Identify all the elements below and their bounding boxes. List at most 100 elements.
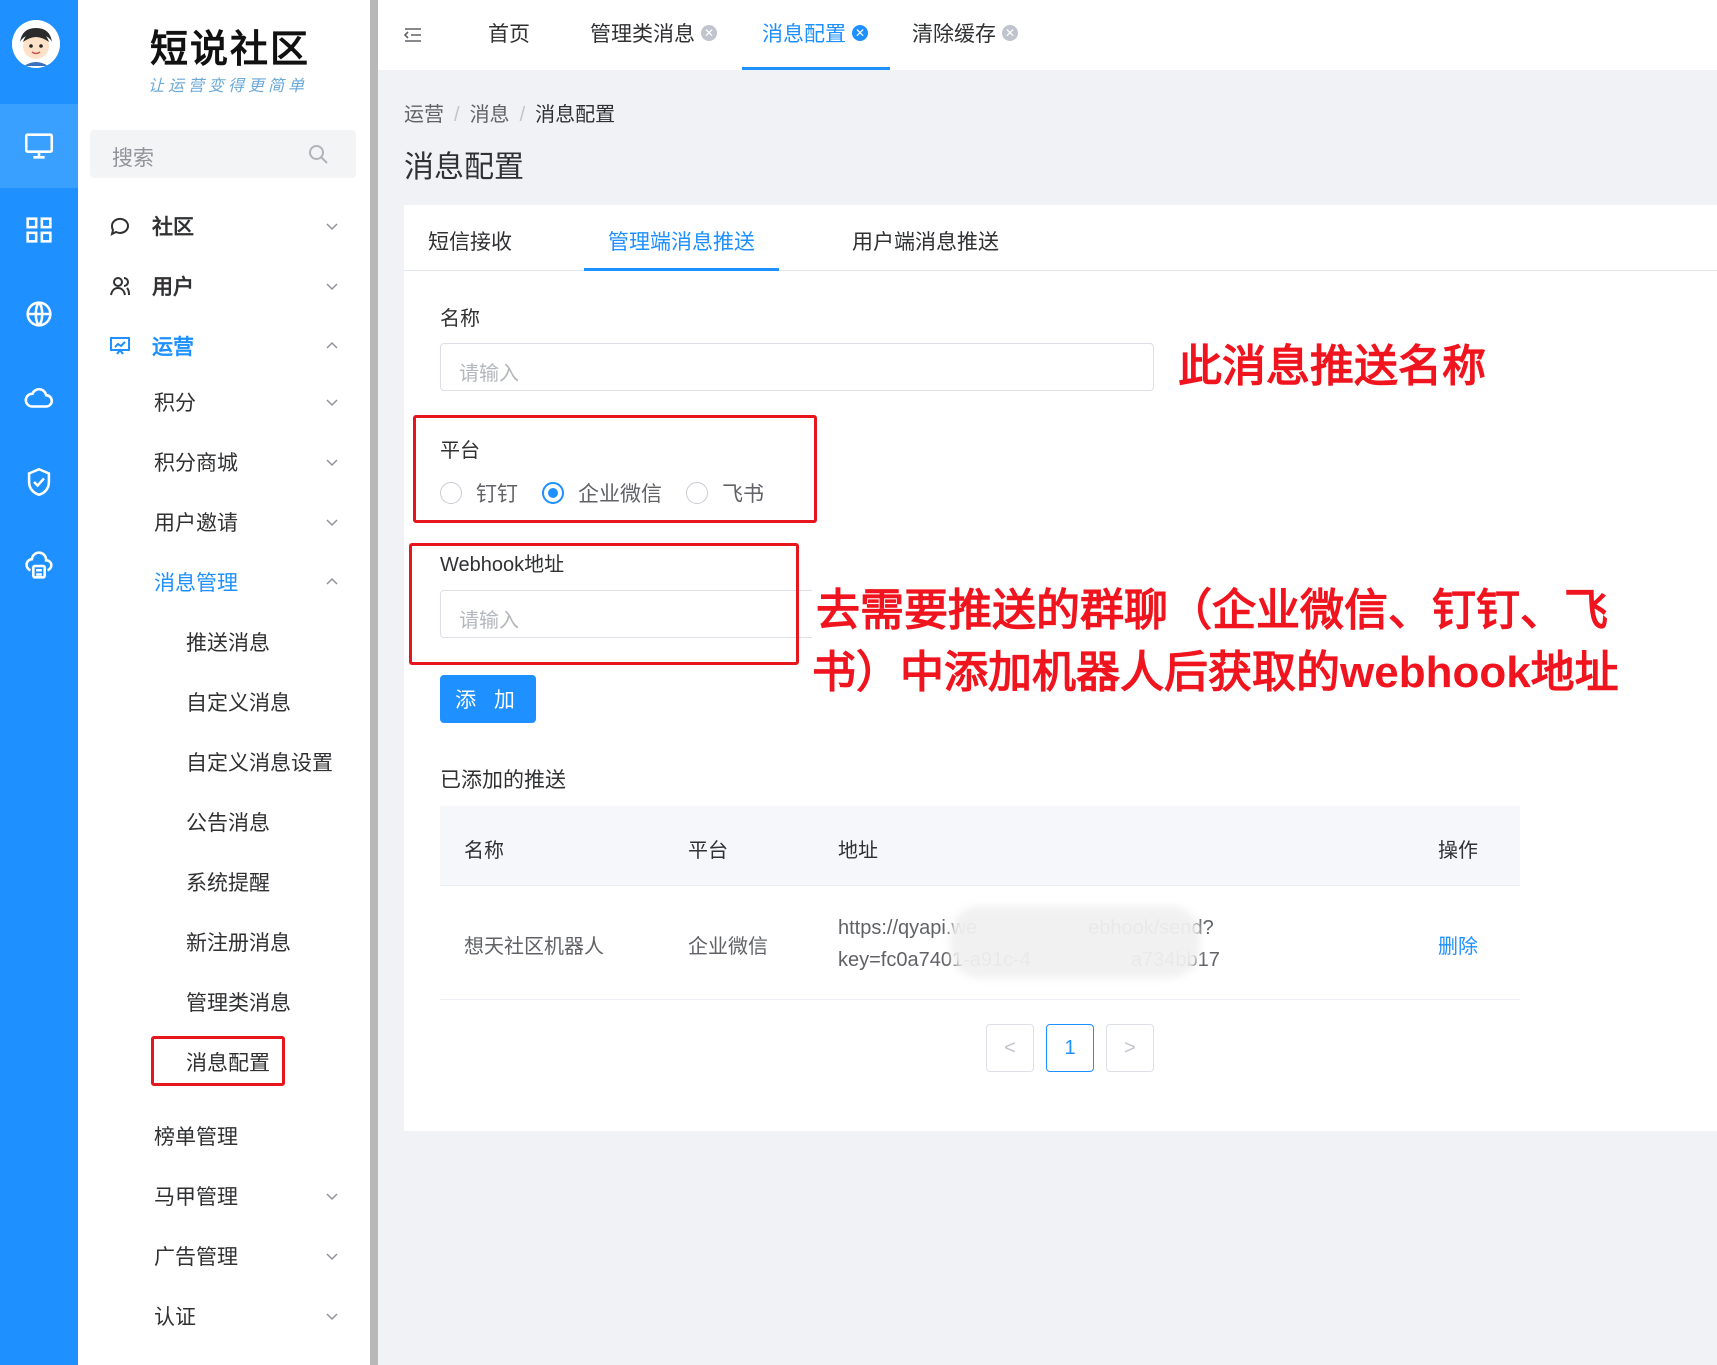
sidebar-item-label: 系统提醒	[186, 872, 270, 895]
table-header-cell: 操作	[1438, 840, 1478, 862]
sidebar-item-label: 积分商城	[154, 452, 238, 475]
tab-label: 管理类消息	[590, 23, 695, 46]
sidebar-item-custom-message-settings[interactable]: 自定义消息设置	[78, 734, 370, 790]
radio-circle	[686, 482, 708, 504]
search-input[interactable]: 搜索	[90, 130, 356, 178]
table-header-cell: 平台	[688, 840, 728, 862]
annotation-webhook-line1: 去需要推送的群聊（企业微信、钉钉、飞	[812, 580, 1608, 642]
chevron-down-icon	[326, 1253, 338, 1261]
radio-circle	[440, 482, 462, 504]
grid-icon[interactable]	[0, 188, 78, 272]
sidebar-item-ads[interactable]: 广告管理	[78, 1228, 370, 1284]
sidebar-item-label: 管理类消息	[186, 992, 291, 1015]
radio-circle	[542, 482, 564, 504]
chat-icon	[110, 217, 129, 236]
icon-rail	[0, 0, 78, 1365]
chevron-up-icon	[326, 577, 338, 585]
sidebar-item-label: 自定义消息	[186, 692, 291, 715]
highlight-box-sidebar	[151, 1036, 285, 1086]
tab-home[interactable]: 首页	[488, 18, 530, 48]
close-icon[interactable]: ✕	[701, 25, 717, 41]
sidebar-item-label: 新注册消息	[186, 932, 291, 955]
sidebar-item-new-register-message[interactable]: 新注册消息	[78, 914, 370, 970]
sidebar-item-system-reminder[interactable]: 系统提醒	[78, 854, 370, 910]
added-push-title: 已添加的推送	[440, 769, 566, 792]
tab-label: 消息配置	[762, 23, 846, 46]
chevron-down-icon	[326, 399, 338, 407]
globe-icon[interactable]	[0, 272, 78, 356]
chevron-up-icon	[326, 341, 338, 349]
tab-admin-message[interactable]: 管理类消息 ✕	[590, 18, 717, 48]
tab-user-push[interactable]: 用户端消息推送	[852, 226, 999, 256]
close-icon[interactable]: ✕	[852, 25, 868, 41]
user-icon	[110, 277, 130, 296]
row-name: 想天社区机器人	[464, 936, 604, 958]
row-platform: 企业微信	[688, 936, 768, 958]
radio-feishu[interactable]: 飞书	[686, 478, 764, 508]
radio-label: 企业微信	[578, 483, 662, 506]
avatar[interactable]	[12, 20, 60, 68]
table-row: 想天社区机器人 企业微信 https://qyapi.we ebhook/sen…	[440, 886, 1520, 1000]
radio-wecom[interactable]: 企业微信	[542, 478, 662, 508]
logo-title: 短说社区	[150, 26, 311, 71]
radio-label: 钉钉	[476, 483, 518, 506]
radio-dingtalk[interactable]: 钉钉	[440, 478, 518, 508]
sidebar-item-users[interactable]: 用户	[78, 258, 370, 314]
sidebar-item-points[interactable]: 积分	[78, 374, 370, 430]
search-icon	[309, 145, 328, 164]
chevron-down-icon	[326, 283, 338, 291]
table-header-cell: 地址	[838, 840, 878, 862]
tab-admin-push[interactable]: 管理端消息推送	[608, 226, 755, 256]
sidebar-item-sockpuppet[interactable]: 马甲管理	[78, 1168, 370, 1224]
annotation-webhook-line2: 书）中添加机器人后获取的webhook地址	[812, 648, 1619, 697]
tab-clear-cache[interactable]: 清除缓存 ✕	[912, 18, 1018, 48]
monitor-icon[interactable]	[0, 104, 78, 188]
sidebar-item-verification[interactable]: 认证	[78, 1288, 370, 1344]
cloud-server-icon[interactable]	[0, 524, 78, 608]
sidebar-item-label: 广告管理	[154, 1246, 238, 1269]
chevron-down-icon	[326, 223, 338, 231]
name-label: 名称	[440, 308, 480, 330]
sidebar-item-label: 认证	[154, 1306, 196, 1329]
chevron-down-icon	[326, 1193, 338, 1201]
annotation-name: 此消息推送名称	[1178, 342, 1486, 391]
add-button[interactable]: 添 加	[440, 675, 536, 723]
shield-check-icon[interactable]	[0, 440, 78, 524]
sidebar-item-community[interactable]: 社区	[78, 198, 370, 254]
sidebar-item-points-mall[interactable]: 积分商城	[78, 434, 370, 490]
sidebar-item-label: 榜单管理	[154, 1126, 238, 1149]
close-icon[interactable]: ✕	[1002, 25, 1018, 41]
sidebar-item-rankings[interactable]: 榜单管理	[78, 1108, 370, 1164]
sidebar-item-user-invite[interactable]: 用户邀请	[78, 494, 370, 550]
breadcrumb-item[interactable]: 运营	[404, 104, 444, 126]
delete-link[interactable]: 删除	[1438, 930, 1478, 959]
tab-message-config[interactable]: 消息配置 ✕	[762, 18, 868, 48]
tab-label: 首页	[488, 23, 530, 46]
next-page-button[interactable]: >	[1106, 1024, 1154, 1072]
logo-subtitle: 让运营变得更简单	[148, 78, 309, 95]
breadcrumb: 运营 / 消息 / 消息配置	[404, 104, 616, 126]
sidebar-item-label: 自定义消息设置	[186, 752, 333, 775]
name-input[interactable]: 请输入	[440, 343, 1154, 391]
collapse-menu-icon[interactable]	[402, 24, 424, 46]
chevron-down-icon	[326, 519, 338, 527]
sidebar-item-message-management[interactable]: 消息管理	[78, 554, 370, 610]
prev-page-button[interactable]: <	[986, 1024, 1034, 1072]
sidebar-item-push-message[interactable]: 推送消息	[78, 614, 370, 670]
search-placeholder: 搜索	[112, 147, 154, 170]
sidebar-item-announcement[interactable]: 公告消息	[78, 794, 370, 850]
active-card-tab-indicator	[584, 268, 779, 271]
sidebar-item-admin-message[interactable]: 管理类消息	[78, 974, 370, 1030]
tab-sms-receive[interactable]: 短信接收	[428, 226, 512, 256]
sidebar-item-label: 消息管理	[154, 572, 238, 595]
page-button-1[interactable]: 1	[1046, 1024, 1094, 1072]
breadcrumb-item[interactable]: 消息	[470, 104, 510, 126]
page-title: 消息配置	[404, 151, 524, 184]
sidebar-item-label: 积分	[154, 392, 196, 415]
tab-label: 清除缓存	[912, 23, 996, 46]
sidebar-item-operations[interactable]: 运营	[78, 318, 370, 374]
cloud-icon[interactable]	[0, 356, 78, 440]
chevron-down-icon	[326, 459, 338, 467]
sidebar-item-label: 推送消息	[186, 632, 270, 655]
sidebar-item-custom-message[interactable]: 自定义消息	[78, 674, 370, 730]
